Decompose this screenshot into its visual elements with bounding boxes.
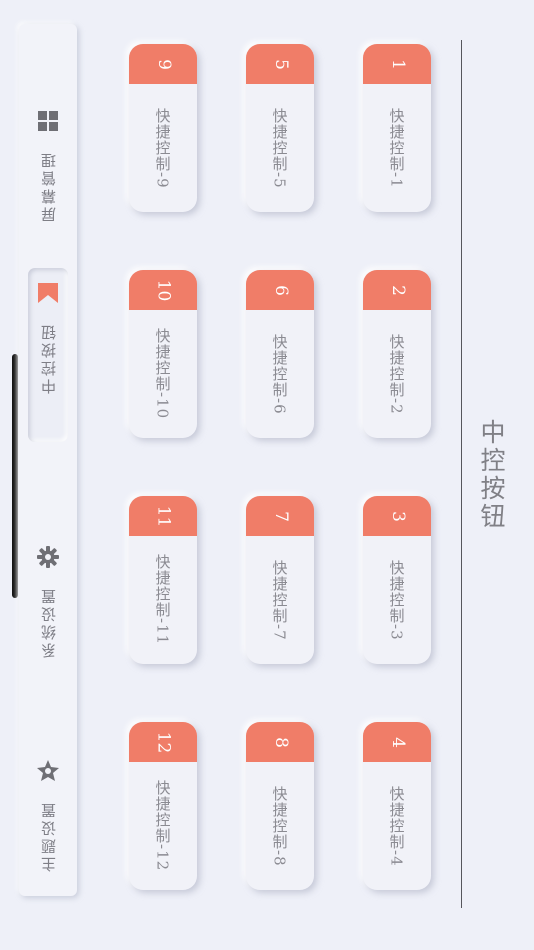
button-number: 5 bbox=[270, 58, 291, 70]
quick-control-button-11[interactable]: 11 快捷控制-11 bbox=[129, 496, 197, 664]
sidebar-item-label: 系统设置 bbox=[39, 586, 58, 658]
button-number-tab: 3 bbox=[363, 496, 431, 536]
sidebar-item-label: 主题设置 bbox=[39, 800, 58, 872]
button-number: 1 bbox=[387, 58, 408, 70]
button-number: 7 bbox=[270, 510, 291, 522]
button-number: 6 bbox=[270, 284, 291, 296]
header-divider bbox=[461, 40, 462, 908]
button-number-tab: 1 bbox=[363, 44, 431, 84]
button-number: 4 bbox=[387, 736, 408, 748]
badge-icon bbox=[37, 760, 59, 782]
quick-control-button-3[interactable]: 3 快捷控制-3 bbox=[363, 496, 431, 664]
button-number-tab: 4 bbox=[363, 722, 431, 762]
sidebar-item-label: 中控按钮 bbox=[39, 322, 58, 394]
button-number: 11 bbox=[153, 505, 174, 527]
button-number-tab: 10 bbox=[129, 270, 197, 310]
button-number: 12 bbox=[153, 731, 174, 753]
sidebar-item-central-control[interactable]: 中控按钮 bbox=[28, 268, 68, 442]
button-label: 快捷控制-3 bbox=[387, 559, 406, 641]
scroll-indicator[interactable] bbox=[12, 354, 18, 598]
page-title-text: 中控按钮 bbox=[477, 419, 506, 531]
button-number-tab: 7 bbox=[246, 496, 314, 536]
button-label: 快捷控制-1 bbox=[387, 107, 406, 189]
quick-control-button-4[interactable]: 4 快捷控制-4 bbox=[363, 722, 431, 890]
button-label: 快捷控制-2 bbox=[387, 333, 406, 415]
button-label: 快捷控制-7 bbox=[270, 559, 289, 641]
quick-control-button-6[interactable]: 6 快捷控制-6 bbox=[246, 270, 314, 438]
sidebar-item-label: 屏幕管理 bbox=[39, 150, 58, 222]
button-number-tab: 8 bbox=[246, 722, 314, 762]
button-number-tab: 5 bbox=[246, 44, 314, 84]
button-label: 快捷控制-8 bbox=[270, 785, 289, 867]
page-title: 中控按钮 bbox=[474, 400, 508, 550]
button-label: 快捷控制-11 bbox=[153, 554, 172, 646]
button-number-tab: 6 bbox=[246, 270, 314, 310]
button-label: 快捷控制-12 bbox=[153, 780, 172, 872]
quick-control-button-8[interactable]: 8 快捷控制-8 bbox=[246, 722, 314, 890]
button-number-tab: 9 bbox=[129, 44, 197, 84]
button-label: 快捷控制-9 bbox=[153, 107, 172, 189]
button-number: 8 bbox=[270, 736, 291, 748]
quick-control-button-1[interactable]: 1 快捷控制-1 bbox=[363, 44, 431, 212]
button-number: 2 bbox=[387, 284, 408, 296]
button-number-tab: 12 bbox=[129, 722, 197, 762]
sidebar-item-screen-management[interactable]: 屏幕管理 bbox=[19, 96, 77, 272]
quick-control-button-7[interactable]: 7 快捷控制-7 bbox=[246, 496, 314, 664]
button-number: 3 bbox=[387, 510, 408, 522]
button-label: 快捷控制-6 bbox=[270, 333, 289, 415]
button-number: 10 bbox=[153, 279, 174, 301]
quick-control-button-10[interactable]: 10 快捷控制-10 bbox=[129, 270, 197, 438]
button-label: 快捷控制-4 bbox=[387, 785, 406, 867]
button-number-tab: 2 bbox=[363, 270, 431, 310]
sidebar-item-theme-settings[interactable]: 主题设置 bbox=[19, 746, 77, 922]
button-number: 9 bbox=[153, 58, 174, 70]
sidebar-item-system-settings[interactable]: 系统设置 bbox=[19, 532, 77, 708]
button-number-tab: 11 bbox=[129, 496, 197, 536]
mountain-icon bbox=[37, 282, 59, 304]
sidebar: 屏幕管理 中控按钮 系统设置 主题设置 bbox=[19, 24, 77, 896]
grid-icon bbox=[37, 110, 59, 132]
quick-control-button-9[interactable]: 9 快捷控制-9 bbox=[129, 44, 197, 212]
quick-control-button-12[interactable]: 12 快捷控制-12 bbox=[129, 722, 197, 890]
button-label: 快捷控制-10 bbox=[153, 328, 172, 420]
quick-control-button-2[interactable]: 2 快捷控制-2 bbox=[363, 270, 431, 438]
button-label: 快捷控制-5 bbox=[270, 107, 289, 189]
gear-icon bbox=[37, 546, 59, 568]
quick-control-button-5[interactable]: 5 快捷控制-5 bbox=[246, 44, 314, 212]
